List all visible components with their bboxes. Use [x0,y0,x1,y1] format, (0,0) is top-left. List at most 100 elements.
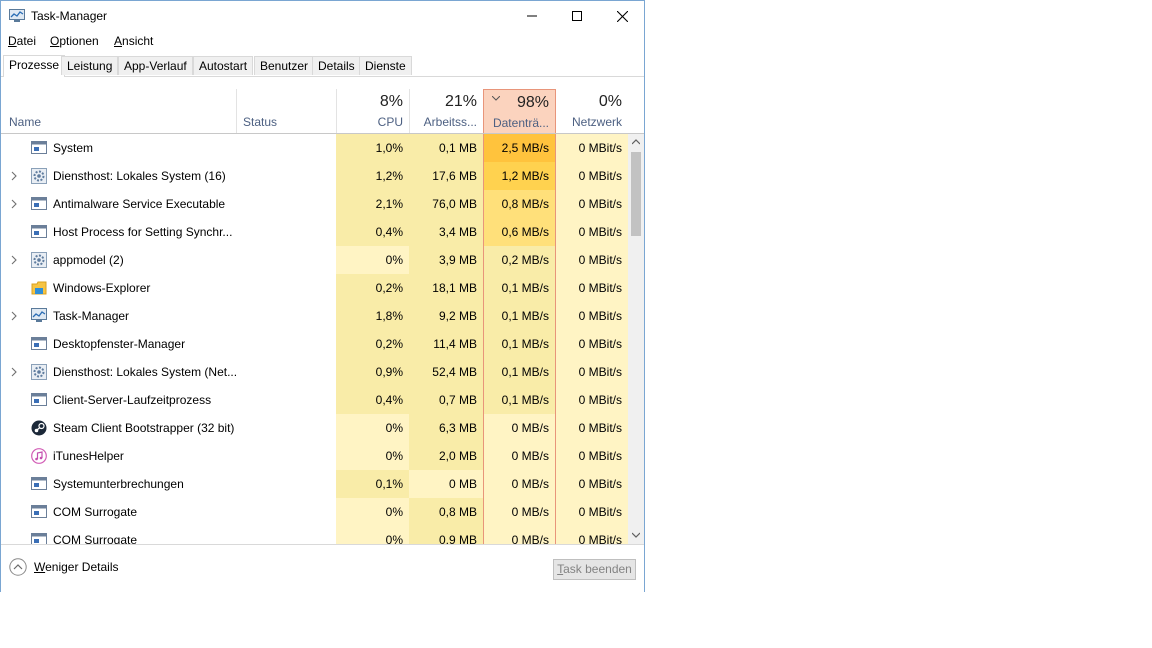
menu-datei-label: atei [16,34,37,48]
process-status [236,498,336,526]
tab-leistung[interactable]: Leistung [61,56,119,75]
tab-benutzer[interactable]: Benutzer [254,56,315,75]
process-memory: 3,9 MB [409,246,483,274]
window-icon [31,505,47,518]
tab-strip: Prozesse Leistung App-Verlauf Autostart … [1,55,644,77]
chevron-right-icon[interactable] [9,367,19,377]
process-name: Host Process for Setting Synchr... [53,225,233,239]
process-row[interactable]: Diensthost: Lokales System (16) 1,2% 17,6 … [1,162,628,190]
process-name: appmodel (2) [53,253,124,267]
process-name: Steam Client Bootstrapper (32 bit) [53,421,235,435]
column-header-cpu[interactable]: 8% CPU [336,89,409,133]
process-network: 0 MBit/s [556,470,628,498]
process-network: 0 MBit/s [556,246,628,274]
fewer-details-accesskey: W [34,560,46,574]
title-bar[interactable]: Task-Manager [1,1,644,32]
process-cpu: 0,2% [336,274,409,302]
process-name: Desktopfenster-Manager [53,337,186,351]
scroll-up-icon[interactable] [632,139,640,145]
tab-prozesse[interactable]: Prozesse [3,55,66,77]
tab-dienste[interactable]: Dienste [359,56,412,75]
tab-autostart[interactable]: Autostart [193,56,254,75]
scrollbar-thumb[interactable] [631,152,641,236]
process-memory: 0,7 MB [409,386,483,414]
process-row[interactable]: Steam Client Bootstrapper (32 bit) 0% 6,3 … [1,414,628,442]
process-row[interactable]: Windows-Explorer 0,2% 18,1 MB 0,1 MB/s 0 MBi… [1,274,628,302]
process-cpu: 0% [336,414,409,442]
process-network: 0 MBit/s [556,526,628,544]
maximize-button[interactable] [554,1,600,31]
process-name: Antimalware Service Executable [53,197,226,211]
end-task-button[interactable]: Task beenden [553,559,636,580]
process-memory: 52,4 MB [409,358,483,386]
process-network: 0 MBit/s [556,190,628,218]
process-row[interactable]: iTunesHelper 0% 2,0 MB 0 MB/s 0 MBit/s [1,442,628,470]
chevron-right-icon[interactable] [9,255,19,265]
fewer-details-button[interactable]: Weniger Details [9,558,118,576]
process-cpu: 0,4% [336,386,409,414]
column-header-name[interactable]: Name [1,89,236,133]
column-header-status[interactable]: Status [236,89,336,133]
process-status [236,470,336,498]
process-cpu: 1,2% [336,162,409,190]
taskmanager-icon [31,308,47,322]
menu-ansicht-accesskey: A [114,34,123,48]
process-row[interactable]: Systemunterbrechungen 0,1% 0 MB 0 MB/s 0 MBi… [1,470,628,498]
column-header-memory[interactable]: 21% Arbeitss... [409,89,483,133]
column-header-status-label: Status [243,115,278,129]
process-row[interactable]: appmodel (2) 0% 3,9 MB 0,2 MB/s 0 MBit/s [1,246,628,274]
process-list: System 1,0% 0,1 MB 2,5 MB/s 0 MBit/s Dienstho… [1,134,628,544]
scroll-down-icon[interactable] [632,532,640,538]
process-disk: 0,1 MB/s [483,330,556,358]
process-name: COM Surrogate [53,505,138,519]
process-row[interactable]: Host Process for Setting Synchr... 0,4% 3,… [1,218,628,246]
process-row[interactable]: Task-Manager 1,8% 9,2 MB 0,1 MB/s 0 MBit/s [1,302,628,330]
process-row[interactable]: COM Surrogate 0% 0,9 MB 0 MB/s 0 MBit/s [1,526,628,544]
window-icon [31,141,47,154]
chevron-right-icon[interactable] [9,171,19,181]
process-network: 0 MBit/s [556,358,628,386]
process-status [236,274,336,302]
process-network: 0 MBit/s [556,302,628,330]
tab-details[interactable]: Details [312,56,361,75]
process-row[interactable]: System 1,0% 0,1 MB 2,5 MB/s 0 MBit/s [1,134,628,162]
process-status [236,358,336,386]
process-memory: 11,4 MB [409,330,483,358]
process-row[interactable]: Diensthost: Lokales System (Net... 0,9% 52… [1,358,628,386]
gear-icon [31,252,47,268]
column-header-network[interactable]: 0% Netzwerk [556,89,628,133]
menu-optionen[interactable]: Optionen [50,34,99,48]
process-status [236,386,336,414]
chevron-right-icon[interactable] [9,311,19,321]
process-network: 0 MBit/s [556,386,628,414]
process-memory: 0 MB [409,470,483,498]
process-cpu: 1,0% [336,134,409,162]
minimize-button[interactable] [509,1,555,31]
process-disk: 0,1 MB/s [483,358,556,386]
process-name: System [53,141,94,155]
process-name: iTunesHelper [53,449,124,463]
process-name: Diensthost: Lokales System (16) [53,169,226,183]
menu-ansicht[interactable]: Ansicht [114,34,153,48]
process-status [236,246,336,274]
process-row[interactable]: Antimalware Service Executable 2,1% 76,0 M… [1,190,628,218]
cpu-total-percent: 8% [379,93,403,110]
process-disk: 2,5 MB/s [483,134,556,162]
column-header-name-label: Name [9,115,42,129]
window-icon [31,337,47,350]
menu-datei[interactable]: Datei [8,34,36,48]
process-row[interactable]: Desktopfenster-Manager 0,2% 11,4 MB 0,1 MB/… [1,330,628,358]
process-memory: 17,6 MB [409,162,483,190]
close-button[interactable] [599,1,645,31]
tab-app-verlauf[interactable]: App-Verlauf [118,56,193,75]
column-header-disk[interactable]: 98% Datenträ... [483,89,556,133]
chevron-right-icon[interactable] [9,199,19,209]
menu-bar: Datei Optionen Ansicht [1,32,644,52]
process-row[interactable]: Client-Server-Laufzeitprozess 0,4% 0,7 MB 0… [1,386,628,414]
process-name: Client-Server-Laufzeitprozess [53,393,212,407]
window-icon [31,477,47,490]
process-memory: 0,1 MB [409,134,483,162]
vertical-scrollbar[interactable] [628,134,644,544]
process-row[interactable]: COM Surrogate 0% 0,8 MB 0 MB/s 0 MBit/s [1,498,628,526]
task-manager-window: Task-Manager Datei Optionen Ansicht Proz… [0,0,645,592]
